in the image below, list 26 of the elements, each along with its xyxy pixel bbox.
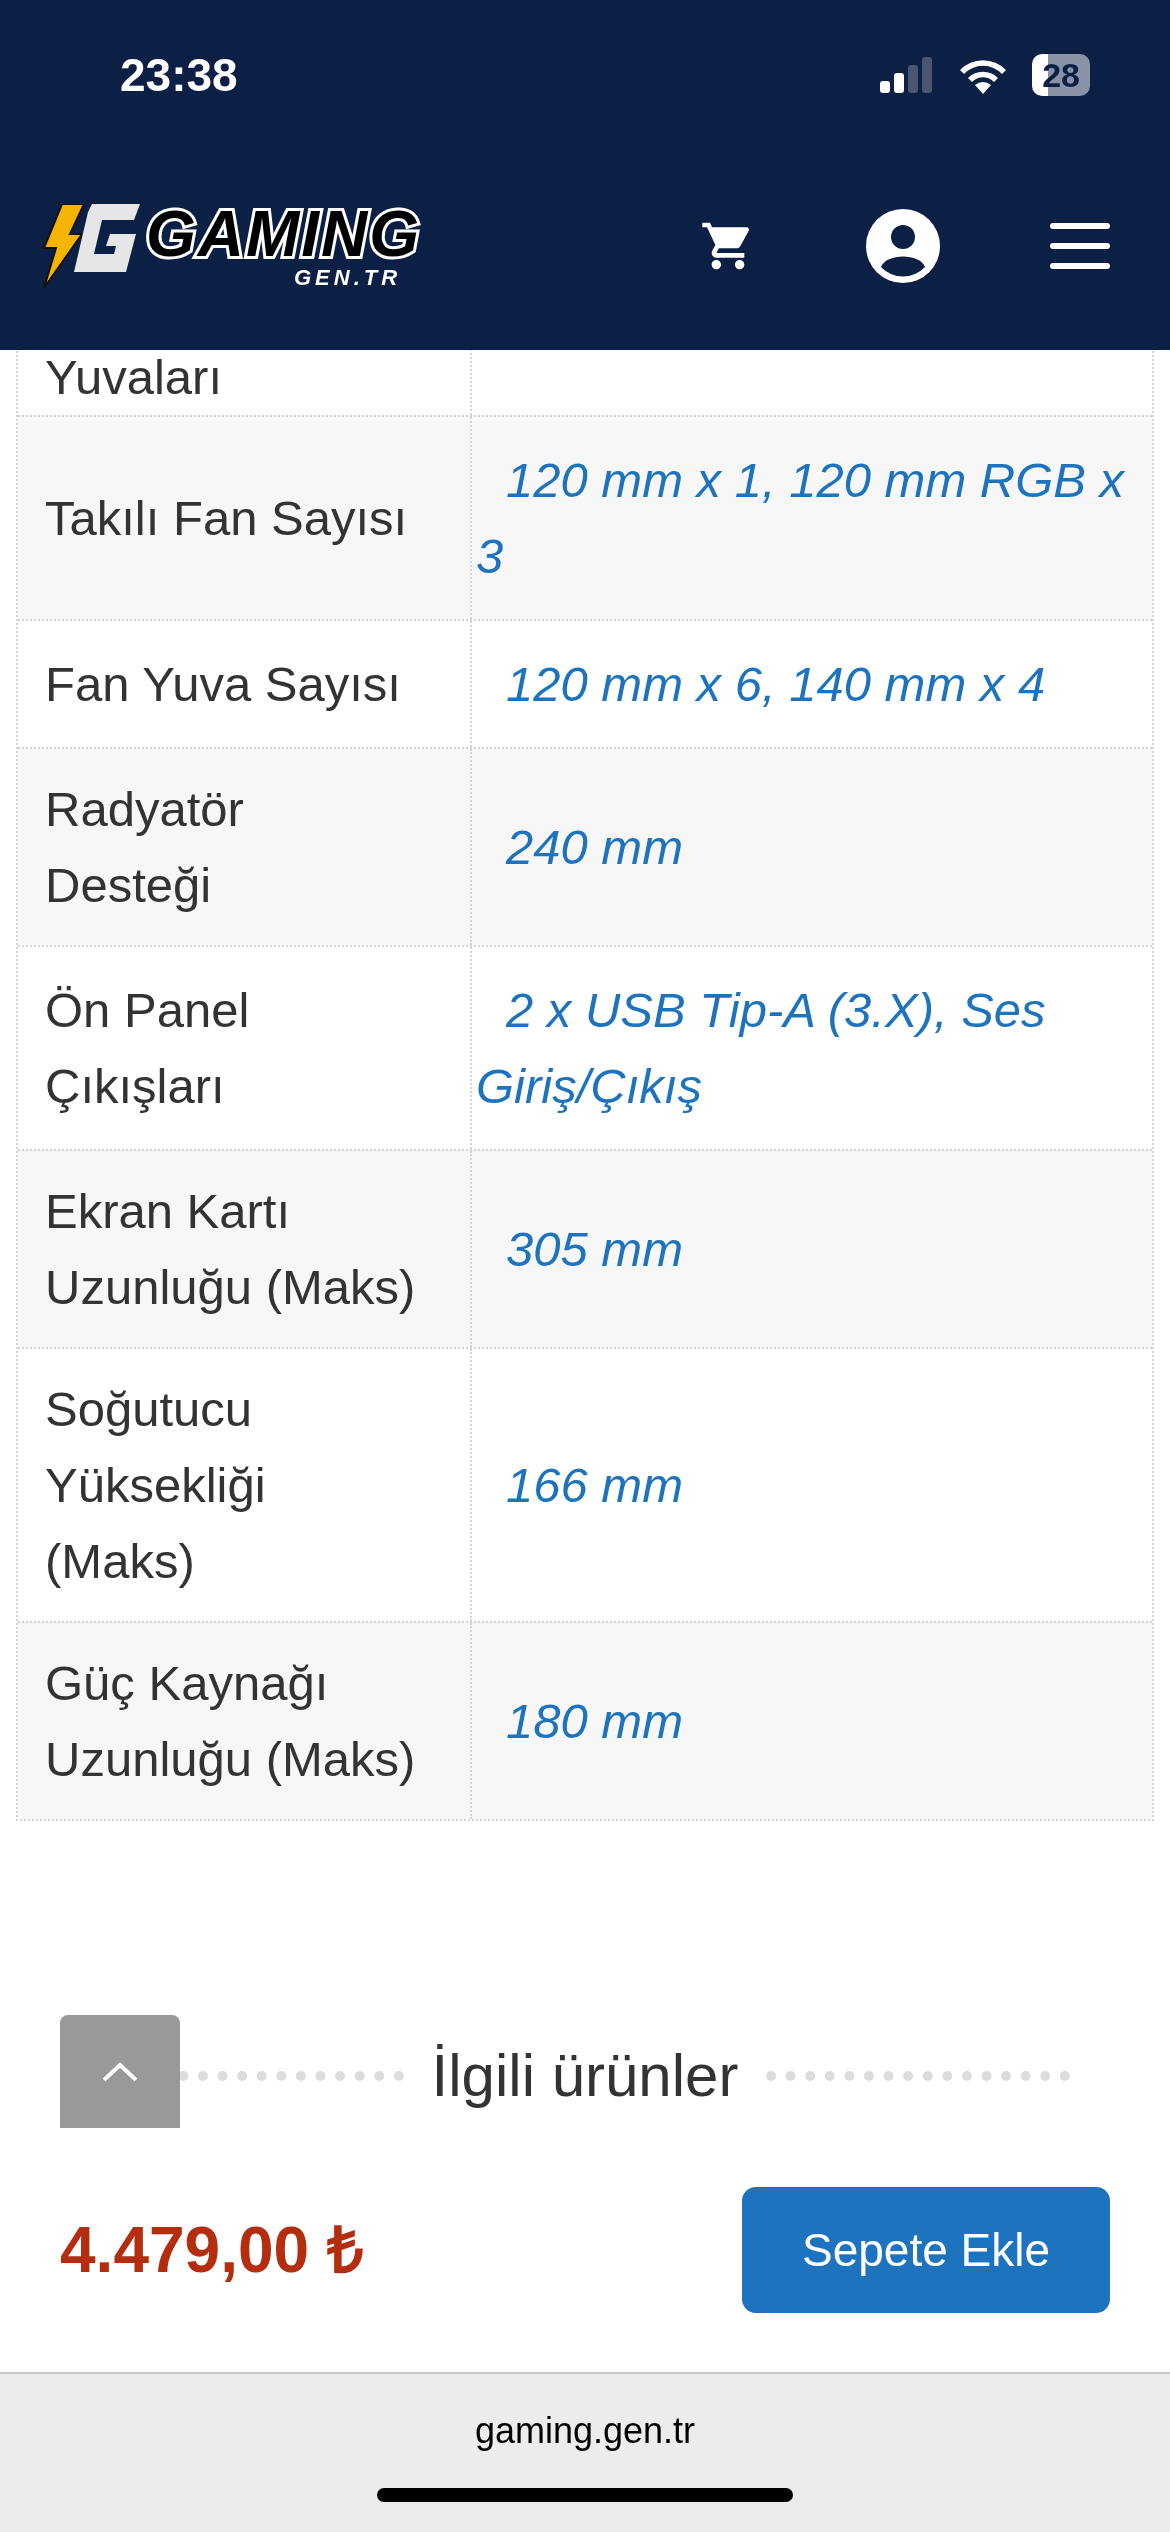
spec-label: Güç Kaynağı Uzunluğu (Maks) <box>45 1655 417 1788</box>
spec-value[interactable]: 2 x USB Tip-A (3.X), Ses Giriş/Çıkış <box>476 972 1148 1124</box>
spec-label: Yuvaları <box>45 350 223 406</box>
spec-label: Takılı Fan Sayısı <box>45 490 408 547</box>
related-heading: İlgili ürünler <box>431 2041 739 2111</box>
spec-label: Soğutucu Yüksekliği (Maks) <box>45 1381 267 1590</box>
price: 4.479,00 ₺ <box>60 2213 364 2288</box>
spec-label: Radyatör Desteği <box>45 781 245 914</box>
add-to-cart-button[interactable]: Sepete Ekle <box>742 2187 1110 2313</box>
logo-subtitle: GEN.TR <box>293 266 403 290</box>
chevron-up-icon <box>102 2061 138 2082</box>
spec-value[interactable]: 120 mm x 6, 140 mm x 4 <box>476 646 1046 722</box>
account-icon[interactable] <box>866 209 940 283</box>
spec-label: Ön Panel Çıkışları <box>45 982 251 1115</box>
spec-label: Ekran Kartı Uzunluğu (Maks) <box>45 1183 417 1316</box>
status-time: 23:38 <box>120 47 238 103</box>
logo-title: GAMING <box>146 202 422 266</box>
spec-value[interactable]: 305 mm <box>476 1211 683 1287</box>
spec-value[interactable]: 180 mm <box>476 1683 683 1759</box>
spec-value[interactable]: 120 mm x 1, 120 mm RGB x 3 <box>476 442 1148 594</box>
spec-value[interactable]: 166 mm <box>476 1447 683 1523</box>
menu-icon[interactable] <box>1050 223 1110 269</box>
spec-label: Fan Yuva Sayısı <box>45 656 401 713</box>
signal-icon <box>880 57 935 93</box>
spec-value[interactable]: 240 mm <box>476 809 683 885</box>
url-text: gaming.gen.tr <box>474 2409 696 2453</box>
